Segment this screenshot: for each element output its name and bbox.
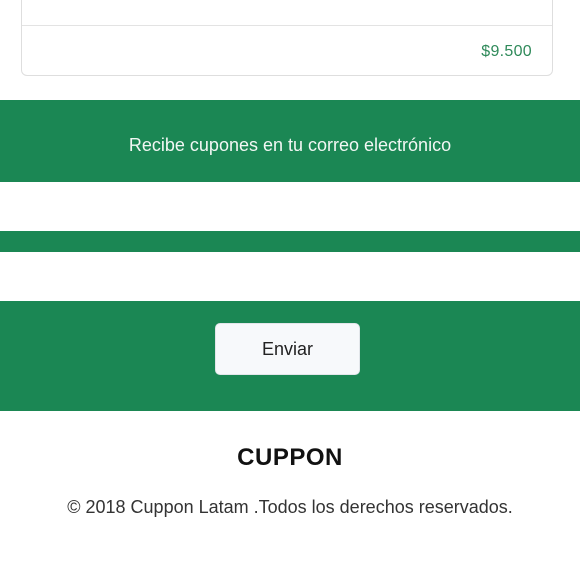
newsletter-title: Recibe cupones en tu correo electrónico [128, 135, 452, 155]
name-field[interactable] [0, 252, 580, 301]
footer-brand-logo: CUPPON [237, 444, 343, 471]
product-card: $9.500 [21, 0, 553, 76]
email-field[interactable] [0, 182, 580, 231]
form-divider [0, 231, 580, 252]
footer-copyright: © 2018 Cuppon Latam .Todos los derechos … [67, 497, 513, 517]
submit-button[interactable]: Enviar [215, 323, 360, 375]
page: $9.500 Recibe cupones en tu correo elect… [0, 0, 580, 580]
card-divider [22, 25, 552, 26]
product-price: $9.500 [481, 43, 532, 60]
